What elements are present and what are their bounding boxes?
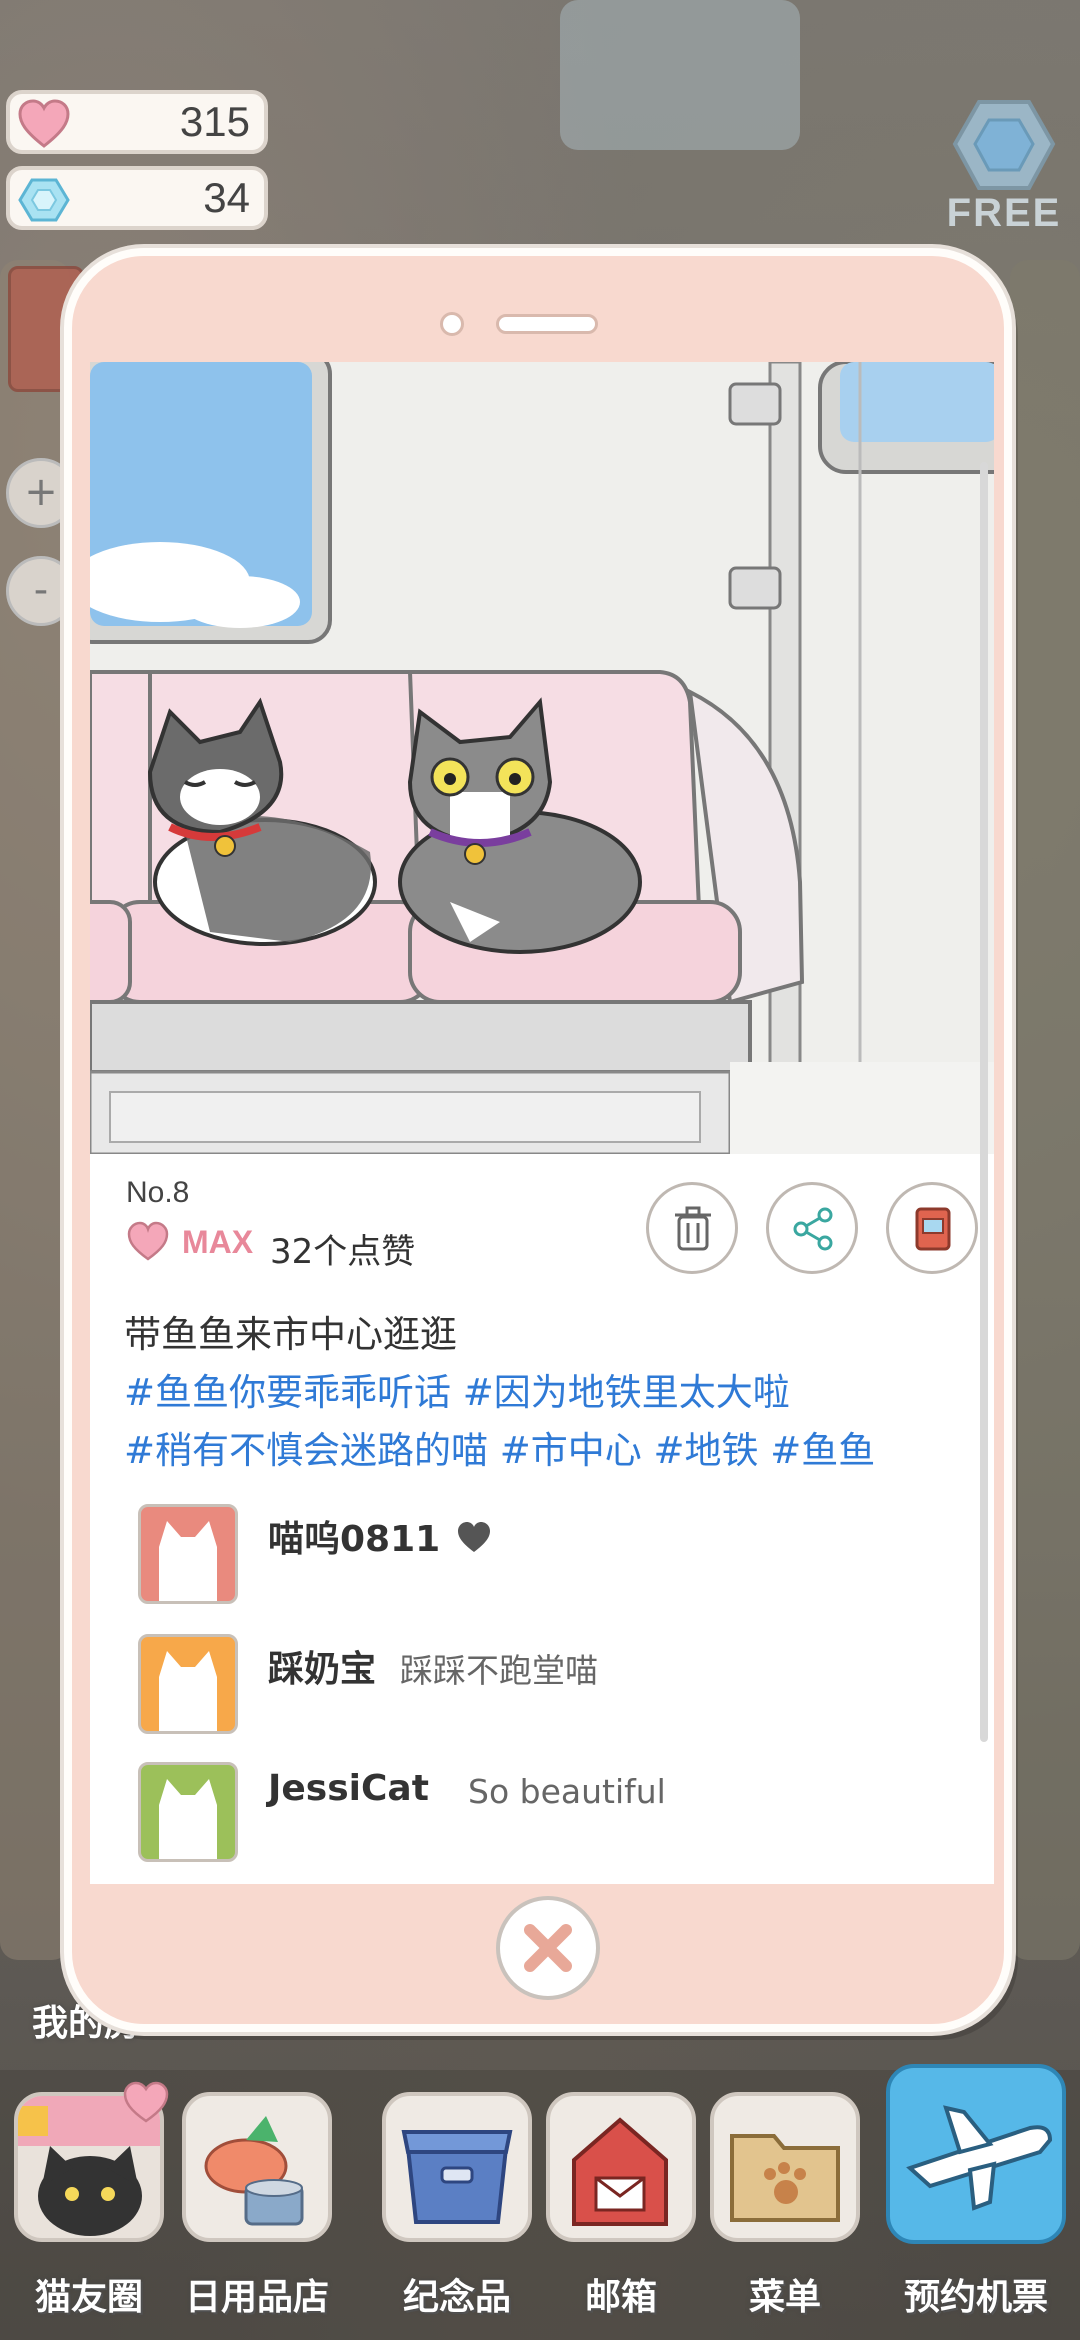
- photo-post-dialog: No.8 MAX 32个点赞 带鱼鱼来市中心逛逛 #鱼鱼你要乖乖听话 #因为地铁…: [64, 248, 1012, 2032]
- delete-button[interactable]: [646, 1182, 738, 1274]
- nav-menu[interactable]: 菜单: [710, 2092, 860, 2332]
- avatar: [138, 1762, 238, 1862]
- nav-flight[interactable]: 预约机票: [886, 2064, 1066, 2318]
- shop-icon: [182, 2092, 332, 2242]
- heart-icon: [18, 99, 70, 148]
- comment-author: 喵呜0811: [268, 1519, 441, 1560]
- nav-label: 猫友圈: [34, 2277, 143, 2318]
- subway-cats-illustration: [90, 362, 994, 1154]
- nav-mailbox[interactable]: 邮箱: [546, 2092, 696, 2332]
- avatar: [138, 1634, 238, 1734]
- max-badge: MAX: [182, 1224, 254, 1260]
- cat-silhouette-icon: [159, 1651, 217, 1731]
- post-tags[interactable]: #稍有不慎会迷路的喵 #市中心 #地铁 #鱼鱼: [124, 1420, 964, 1474]
- comment-item: JessiCat So beautiful: [138, 1762, 958, 1866]
- nav-label: 纪念品: [402, 2277, 511, 2318]
- cat-silhouette-icon: [159, 1521, 217, 1601]
- close-button[interactable]: [496, 1896, 600, 2000]
- phone-speaker: [496, 314, 598, 334]
- nav-label: 预约机票: [903, 2277, 1048, 2318]
- heart-icon: [123, 2081, 169, 2123]
- hearts-counter: 315: [6, 90, 268, 154]
- gem-icon: [18, 178, 70, 222]
- nav-label: 菜单: [748, 2277, 821, 2318]
- comment-text: 踩踩不跑堂喵: [400, 1651, 598, 1690]
- cat-silhouette-icon: [159, 1779, 217, 1859]
- comment-text: So beautiful: [468, 1772, 666, 1811]
- avatar: [138, 1504, 238, 1604]
- comment-author: 踩奶宝: [268, 1649, 377, 1690]
- album-button[interactable]: [886, 1182, 978, 1274]
- close-icon: [524, 1924, 572, 1972]
- gems-value: 34: [203, 174, 250, 221]
- post-tags[interactable]: #鱼鱼你要乖乖听话 #因为地铁里太大啦: [124, 1362, 964, 1416]
- nav-label: 日用品店: [184, 2277, 329, 2318]
- free-label: FREE: [946, 191, 1062, 235]
- menu-folder-icon: [710, 2092, 860, 2242]
- nav-souvenir[interactable]: 纪念品: [382, 2092, 532, 2332]
- trash-icon: [675, 1206, 711, 1251]
- post-caption: 带鱼鱼来市中心逛逛: [124, 1313, 457, 1356]
- post-photo: [90, 362, 994, 1154]
- post-number: No.8: [126, 1176, 190, 1209]
- phone-camera: [440, 312, 464, 336]
- photo-album-icon: [915, 1207, 951, 1251]
- post-screen: No.8 MAX 32个点赞 带鱼鱼来市中心逛逛 #鱼鱼你要乖乖听话 #因为地铁…: [90, 362, 994, 1884]
- free-gem-button[interactable]: FREE: [944, 96, 1064, 236]
- scrollbar[interactable]: [980, 462, 988, 1742]
- share-button[interactable]: [766, 1182, 858, 1274]
- nav-cat-friends[interactable]: 猫友圈: [14, 2081, 169, 2332]
- hearts-value: 315: [179, 98, 250, 145]
- heart-icon: [458, 1522, 490, 1552]
- likes-count: 32个点赞: [270, 1232, 416, 1272]
- comment-author: JessiCat: [268, 1768, 429, 1809]
- comment-item: 喵呜0811: [138, 1504, 958, 1608]
- nav-shop[interactable]: 日用品店: [182, 2092, 332, 2332]
- heart-icon: [127, 1221, 169, 1261]
- mailbox-icon: [546, 2092, 696, 2242]
- background-building: [1010, 260, 1080, 1960]
- gems-counter: 34: [6, 166, 268, 230]
- nav-label: 邮箱: [584, 2277, 657, 2318]
- comment-item: 踩奶宝 踩踩不跑堂喵: [138, 1634, 958, 1738]
- background-window: [560, 0, 800, 150]
- share-icon: [793, 1207, 833, 1251]
- airplane-icon: [886, 2064, 1066, 2244]
- gem-icon: [952, 100, 1056, 190]
- souvenir-box-icon: [382, 2092, 532, 2242]
